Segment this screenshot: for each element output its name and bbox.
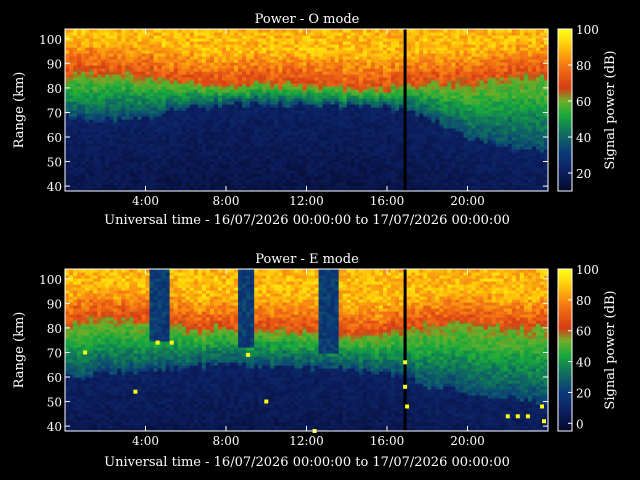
heatmap-cell: [205, 29, 211, 33]
heatmap-cell: [250, 29, 255, 33]
heatmap-cell: [310, 29, 316, 33]
heatmap-cell: [266, 29, 271, 33]
heatmap-o-mode: [65, 29, 549, 192]
heatmap-cell: [77, 29, 82, 33]
heatmap-cell: [93, 29, 98, 33]
heatmap-cell: [145, 29, 151, 33]
heatmap-cell: [242, 29, 247, 33]
heatmap-cell: [169, 29, 175, 33]
heatmap-cell: [427, 29, 432, 33]
heatmap-cell: [358, 29, 364, 33]
heatmap-cell: [157, 29, 163, 33]
panel-title-o-mode: Power - O mode: [255, 12, 360, 27]
heatmap-cell: [89, 29, 94, 33]
heatmap-cell: [189, 29, 195, 33]
heatmap-cell: [306, 29, 312, 33]
heatmap-cell: [419, 29, 424, 33]
heatmap-cell: [226, 29, 231, 33]
heatmap-cell: [113, 29, 118, 33]
panel-o-mode: Power - O mode 4:00 8:00 12:00 16:00 20:00 4…: [12, 12, 618, 228]
heatmap-cell: [230, 29, 235, 33]
heatmap-cell: [370, 29, 376, 33]
heatmap-cell: [346, 29, 352, 33]
heatmap-cell: [282, 29, 287, 33]
heatmap-cell: [322, 29, 328, 33]
heatmap-cell: [97, 29, 102, 33]
heatmap-cell: [262, 29, 267, 33]
heatmap-cell: [125, 29, 131, 33]
heatmap-cell: [258, 29, 263, 33]
heatmap-cell: [213, 29, 219, 33]
heatmap-cell: [69, 29, 74, 33]
heatmap-cell: [286, 29, 292, 33]
heatmap-cell: [326, 29, 332, 33]
heatmap-cell: [350, 29, 356, 33]
heatmap-cell: [217, 29, 223, 33]
heatmap-cell: [133, 29, 139, 33]
heatmap-cell: [342, 29, 348, 33]
heatmap-cell: [121, 29, 126, 33]
heatmap-cell: [387, 29, 392, 33]
heatmap-cell: [153, 29, 159, 33]
heatmap-cell: [209, 29, 215, 33]
heatmap-cell: [181, 29, 187, 33]
heatmap-cell: [274, 29, 279, 33]
heatmap-cell: [81, 29, 86, 33]
heatmap-cell: [238, 29, 243, 33]
heatmap-cell: [334, 29, 340, 33]
heatmap-cell: [165, 29, 171, 33]
heatmap-cell: [185, 29, 191, 33]
heatmap-cell: [246, 29, 251, 33]
heatmap-cell: [391, 29, 396, 33]
heatmap-cell: [101, 29, 106, 33]
heatmap-cell: [197, 29, 203, 33]
heatmap-cell: [314, 29, 320, 33]
heatmap-cell: [411, 29, 416, 33]
heatmap-cell: [423, 29, 428, 33]
figure: Power - O mode 4:00 8:00 12:00 16:00 20:00 4…: [12, 12, 618, 470]
heatmap-cell: [137, 29, 143, 33]
heatmap-cell: [117, 29, 122, 33]
heatmap-cell: [290, 29, 296, 33]
heatmap-cell: [354, 29, 360, 33]
heatmap-cell: [161, 29, 167, 33]
heatmap-cell: [298, 29, 304, 33]
heatmap-cell: [85, 29, 90, 33]
heatmap-cell: [318, 29, 324, 33]
heatmap-cell: [395, 29, 400, 33]
heatmap-cell: [173, 29, 179, 33]
heatmap-cell: [338, 29, 344, 33]
heatmap-cell: [105, 29, 110, 33]
heatmap-cell: [330, 29, 336, 33]
heatmap-cell: [366, 29, 372, 33]
heatmap-cell: [129, 29, 135, 33]
heatmap-cell: [407, 29, 412, 33]
heatmap-cell: [415, 29, 420, 33]
heatmap-cell: [362, 29, 368, 33]
heatmap-cell: [149, 29, 155, 33]
heatmap-cell: [270, 29, 275, 33]
heatmap-cell: [177, 29, 183, 33]
heatmap-cell: [374, 29, 380, 33]
heatmap-cell: [65, 29, 70, 33]
heatmap-cell: [378, 29, 384, 33]
heatmap-cell: [234, 29, 239, 33]
heatmap-cell: [201, 29, 207, 33]
heatmap-cell: [431, 29, 436, 33]
heatmap-cell: [278, 29, 283, 33]
heatmap-cell: [73, 29, 78, 33]
heatmap-cell: [193, 29, 199, 33]
heatmap-cell: [109, 29, 114, 33]
heatmap-cell: [399, 29, 404, 33]
heatmap-cell: [254, 29, 259, 33]
heatmap-cell: [294, 29, 300, 33]
